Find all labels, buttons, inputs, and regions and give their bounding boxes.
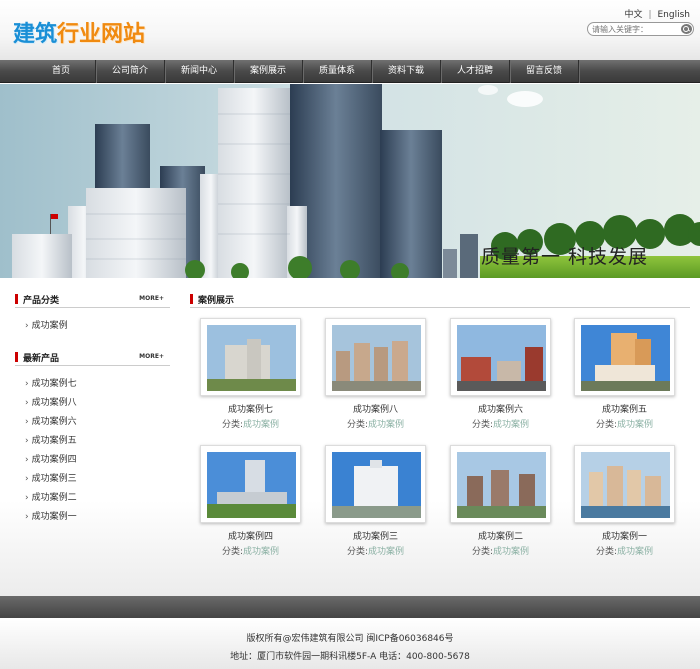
category-label: 分类: xyxy=(595,420,618,430)
category-label: 分类: xyxy=(346,547,369,557)
site-logo[interactable]: 建筑行业网站 xyxy=(13,16,145,48)
nav-item-quality[interactable]: 质量体系 xyxy=(303,60,372,83)
language-switch: 中文 | English xyxy=(624,7,690,20)
section-marker-icon xyxy=(15,352,18,362)
category-label: 分类: xyxy=(221,420,244,430)
banner-slogan: 质量第一 科技发展 xyxy=(481,246,649,268)
nav-item-news[interactable]: 新闻中心 xyxy=(165,60,234,83)
case-title[interactable]: 成功案例三 xyxy=(325,529,426,542)
category-label: 分类: xyxy=(471,547,494,557)
case-category: 分类:成功案例 xyxy=(325,544,426,557)
lang-separator: | xyxy=(648,10,652,20)
product-category-header: 产品分类 MORE+ xyxy=(15,290,170,308)
sidebar-latest-item[interactable]: 成功案例七 xyxy=(25,376,77,389)
nav-item-about[interactable]: 公司简介 xyxy=(96,60,165,83)
sidebar-latest-item[interactable]: 成功案例三 xyxy=(25,471,77,484)
section-marker-icon xyxy=(190,294,193,304)
product-category-more-link[interactable]: MORE+ xyxy=(139,295,164,302)
product-category-title: 产品分类 xyxy=(23,296,60,306)
latest-products-more-link[interactable]: MORE+ xyxy=(139,353,164,360)
main-nav: 首页 公司简介 新闻中心 案例展示 质量体系 资料下载 人才招聘 留言反馈 xyxy=(0,60,700,83)
footer-copyright: 版权所有@宏伟建筑有限公司 闽ICP备06036846号 xyxy=(246,634,454,644)
case-title[interactable]: 成功案例四 xyxy=(200,529,301,542)
search-input[interactable] xyxy=(592,24,676,35)
search-icon[interactable] xyxy=(681,24,692,34)
case-category: 分类:成功案例 xyxy=(200,417,301,430)
logo-text-part1: 建筑 xyxy=(13,22,58,47)
section-marker-icon xyxy=(15,294,18,304)
latest-products-header: 最新产品 MORE+ xyxy=(15,348,170,366)
sidebar-latest-item[interactable]: 成功案例二 xyxy=(25,490,77,503)
hero-banner: 质量第一 科技发展 xyxy=(0,84,700,278)
case-category: 分类:成功案例 xyxy=(200,544,301,557)
sidebar-latest-item[interactable]: 成功案例四 xyxy=(25,452,77,465)
cases-header: 案例展示 xyxy=(190,290,690,308)
sidebar-latest-item[interactable]: 成功案例八 xyxy=(25,395,77,408)
nav-item-feedback[interactable]: 留言反馈 xyxy=(510,60,579,83)
lang-chinese-link[interactable]: 中文 xyxy=(624,10,642,20)
case-title[interactable]: 成功案例七 xyxy=(200,402,301,415)
footer: 版权所有@宏伟建筑有限公司 闽ICP备06036846号 地址：厦门市软件园一期… xyxy=(0,618,700,669)
sidebar-latest-item[interactable]: 成功案例一 xyxy=(25,509,77,522)
case-title[interactable]: 成功案例六 xyxy=(450,402,551,415)
category-label: 分类: xyxy=(471,420,494,430)
category-label: 分类: xyxy=(346,420,369,430)
case-thumbnail[interactable] xyxy=(450,318,551,396)
nav-item-downloads[interactable]: 资料下载 xyxy=(372,60,441,83)
sidebar-category-link[interactable]: 成功案例 xyxy=(25,318,68,331)
category-link[interactable]: 成功案例 xyxy=(368,547,404,557)
nav-item-home[interactable]: 首页 xyxy=(27,60,96,83)
nav-item-cases[interactable]: 案例展示 xyxy=(234,60,303,83)
case-title[interactable]: 成功案例八 xyxy=(325,402,426,415)
category-link[interactable]: 成功案例 xyxy=(243,547,279,557)
case-thumbnail[interactable] xyxy=(450,445,551,523)
content-area: 产品分类 MORE+ 成功案例 最新产品 MORE+ 成功案例七 成功案例八 成… xyxy=(0,278,700,596)
sidebar-latest-item[interactable]: 成功案例六 xyxy=(25,414,77,427)
case-category: 分类:成功案例 xyxy=(574,544,675,557)
case-title[interactable]: 成功案例一 xyxy=(574,529,675,542)
category-link[interactable]: 成功案例 xyxy=(617,547,653,557)
nav-item-jobs[interactable]: 人才招聘 xyxy=(441,60,510,83)
case-category: 分类:成功案例 xyxy=(325,417,426,430)
search-box xyxy=(587,22,694,36)
case-category: 分类:成功案例 xyxy=(574,417,675,430)
lang-english-link[interactable]: English xyxy=(658,10,691,20)
case-title[interactable]: 成功案例二 xyxy=(450,529,551,542)
case-thumbnail[interactable] xyxy=(200,445,301,523)
category-link[interactable]: 成功案例 xyxy=(493,547,529,557)
case-thumbnail[interactable] xyxy=(200,318,301,396)
case-category: 分类:成功案例 xyxy=(450,544,551,557)
header: 建筑行业网站 中文 | English xyxy=(0,0,700,60)
sidebar-latest-item[interactable]: 成功案例五 xyxy=(25,433,77,446)
category-link[interactable]: 成功案例 xyxy=(243,420,279,430)
footer-address: 地址：厦门市软件园一期科讯楼5F-A 电话：400-800-5678 xyxy=(230,652,470,662)
category-link[interactable]: 成功案例 xyxy=(493,420,529,430)
category-link[interactable]: 成功案例 xyxy=(617,420,653,430)
case-category: 分类:成功案例 xyxy=(450,417,551,430)
case-thumbnail[interactable] xyxy=(325,445,426,523)
case-thumbnail[interactable] xyxy=(574,318,675,396)
latest-products-title: 最新产品 xyxy=(23,354,60,364)
category-link[interactable]: 成功案例 xyxy=(368,420,404,430)
category-label: 分类: xyxy=(595,547,618,557)
case-title[interactable]: 成功案例五 xyxy=(574,402,675,415)
category-label: 分类: xyxy=(221,547,244,557)
case-thumbnail[interactable] xyxy=(325,318,426,396)
footer-bar xyxy=(0,596,700,618)
cases-title: 案例展示 xyxy=(198,296,235,306)
logo-text-part2: 行业网站 xyxy=(57,22,146,47)
case-thumbnail[interactable] xyxy=(574,445,675,523)
